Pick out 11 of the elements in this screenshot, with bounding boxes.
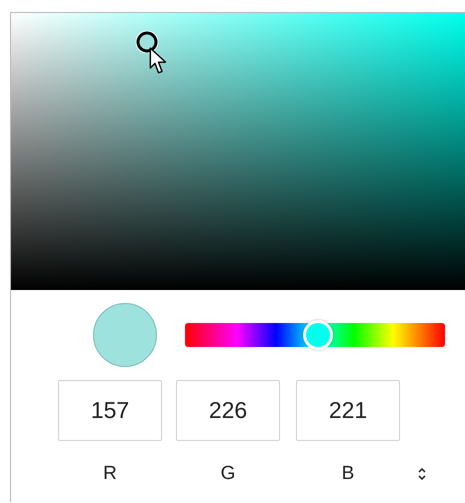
cursor-icon — [148, 46, 168, 74]
channel-field[interactable]: 226 — [176, 380, 280, 441]
channel-field[interactable]: 157 — [58, 380, 162, 441]
channel-label: R — [102, 463, 118, 485]
up-down-chevron-icon[interactable] — [417, 467, 427, 481]
channel-label: B — [340, 463, 356, 485]
hue-slider[interactable] — [185, 323, 445, 347]
channel-label: G — [220, 463, 236, 485]
channel-field[interactable]: 221 — [296, 380, 400, 441]
slider-thumb[interactable] — [302, 320, 333, 350]
picker-marker-icon[interactable] — [136, 30, 158, 52]
